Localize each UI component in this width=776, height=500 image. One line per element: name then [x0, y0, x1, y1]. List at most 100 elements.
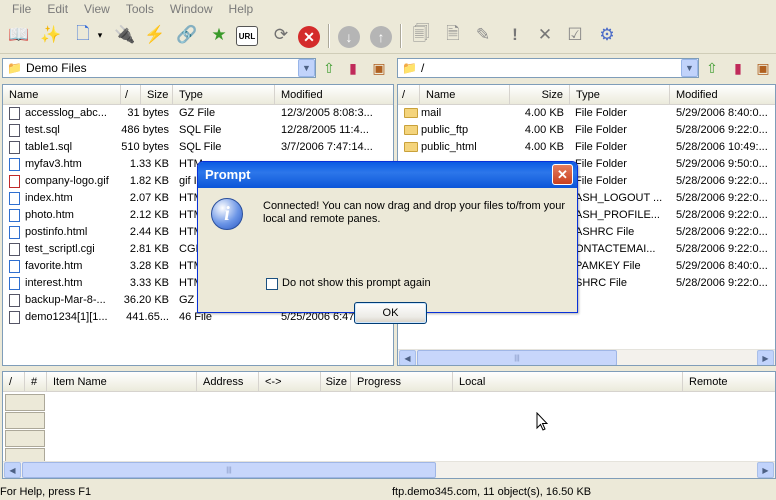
stop-icon[interactable]: ✕ [298, 26, 320, 48]
menu-file[interactable]: File [4, 2, 39, 16]
bookmark-icon[interactable]: ★ [206, 22, 232, 48]
scroll-left-icon[interactable]: ◀ [4, 462, 21, 478]
file-size: 4.00 KB [524, 107, 564, 119]
download-icon[interactable]: ↓ [338, 26, 360, 48]
dialog-title: Prompt [198, 162, 577, 188]
queue-col-sort[interactable]: / [3, 372, 25, 391]
magic-wand-icon[interactable]: ✨ [38, 22, 64, 48]
scroll-thumb[interactable]: ||| [417, 350, 617, 365]
file-type: SQL File [179, 124, 222, 136]
table-row[interactable]: test.sql 486 bytes SQL File 12/28/2005 11:4… [3, 122, 393, 139]
scroll-right-icon[interactable]: ▶ [757, 462, 774, 478]
toolbar-separator [328, 24, 330, 48]
left-path-dropdown-icon[interactable]: ▼ [298, 59, 315, 77]
scroll-thumb[interactable]: ||| [22, 462, 436, 478]
settings-icon[interactable]: ⚙ [594, 22, 620, 48]
close-icon[interactable]: ✕ [552, 164, 573, 185]
bookmark-book-icon[interactable]: ▮ [344, 59, 362, 77]
right-path-value: / [420, 61, 425, 75]
queue-col-local[interactable]: Local [453, 372, 683, 391]
upload-icon[interactable]: ↑ [370, 26, 392, 48]
col-sort[interactable]: / [121, 85, 141, 104]
disconnect-icon[interactable]: ⚡ [142, 22, 168, 48]
alert-icon[interactable]: ! [502, 22, 528, 48]
scroll-left-icon[interactable]: ◀ [399, 350, 416, 365]
col-type[interactable]: Type [173, 85, 275, 104]
menu-tools[interactable]: Tools [118, 2, 162, 16]
col-name[interactable]: Name [3, 85, 121, 104]
parent-folder-icon[interactable]: ⇧ [320, 59, 338, 77]
col-modified[interactable]: Modified [275, 85, 393, 104]
file-name: test.sql [25, 124, 60, 136]
col-type[interactable]: Type [570, 85, 670, 104]
file-name: backup-Mar-8-... [25, 294, 106, 306]
edit-icon[interactable]: ✎ [470, 22, 496, 48]
menu-help[interactable]: Help [221, 2, 262, 16]
file-size: 36.20 KB [123, 294, 169, 306]
col-size[interactable]: Size [510, 85, 570, 104]
left-path-combo[interactable]: 📁 Demo Files [2, 58, 316, 78]
menu-edit[interactable]: Edit [39, 2, 76, 16]
parent-folder-icon[interactable]: ⇧ [703, 59, 721, 77]
new-folder-icon[interactable]: ▣ [370, 59, 388, 77]
folder-icon: 📁 [402, 61, 417, 75]
url-icon[interactable]: URL [236, 26, 258, 46]
reconnect-icon[interactable]: 🔗 [174, 22, 200, 48]
table-row[interactable]: public_ftp 4.00 KB File Folder 5/28/2006 9:… [398, 122, 775, 139]
properties-icon[interactable]: 🗐 [408, 22, 434, 48]
rename-icon[interactable]: 🗎 [440, 22, 466, 48]
sql-file-icon [9, 141, 20, 154]
queue-col-remote[interactable]: Remote [683, 372, 775, 391]
bookmark-book-icon[interactable]: ▮ [729, 59, 747, 77]
transfer-queue[interactable]: / # Item Name Address <-> Size Progress … [2, 371, 776, 479]
status-bar: For Help, press F1 ftp.demo345.com, 11 o… [0, 485, 776, 500]
dropdown-arrow-icon[interactable]: ▾ [94, 22, 106, 48]
file-type: File Folder [575, 107, 627, 119]
queue-hscrollbar[interactable]: ◀ ||| ▶ [3, 461, 775, 478]
dont-show-checkbox[interactable] [266, 278, 278, 290]
queue-col-size[interactable]: Size [321, 372, 351, 391]
dont-show-label[interactable]: Do not show this prompt again [282, 277, 431, 289]
htm-file-icon [9, 260, 20, 273]
menu-window[interactable]: Window [162, 2, 221, 16]
ok-button[interactable]: OK [354, 302, 427, 324]
file-modified: 5/28/2006 9:22:0... [676, 226, 768, 238]
file-type: GZ File [179, 107, 216, 119]
open-book-icon[interactable]: 📖 [6, 22, 32, 48]
file-type: ASH_LOGOUT ... [575, 192, 663, 204]
table-row[interactable]: public_html 4.00 KB File Folder 5/28/2006 1… [398, 139, 775, 156]
connect-plug-icon[interactable]: 🔌 [112, 22, 138, 48]
gif-file-icon [9, 175, 20, 188]
col-modified[interactable]: Modified [670, 85, 775, 104]
scroll-right-icon[interactable]: ▶ [757, 350, 774, 365]
file-name: photo.htm [25, 209, 74, 221]
new-folder-icon[interactable]: ▣ [754, 59, 772, 77]
menu-view[interactable]: View [76, 2, 118, 16]
table-row[interactable]: accesslog_abc... 31 bytes GZ File 12/3/2005… [3, 105, 393, 122]
right-path-dropdown-icon[interactable]: ▼ [681, 59, 698, 77]
col-sort[interactable]: / [398, 85, 420, 104]
table-row[interactable]: mail 4.00 KB File Folder 5/29/2006 8:40:0..… [398, 105, 775, 122]
right-path-combo[interactable]: 📁 / [397, 58, 699, 78]
queue-col-number[interactable]: # [25, 372, 47, 391]
refresh-icon[interactable]: ⟳ [268, 22, 294, 48]
queue-row-button [5, 394, 45, 411]
table-row[interactable]: table1.sql 510 bytes SQL File 3/7/2006 7:47… [3, 139, 393, 156]
queue-col-address[interactable]: Address [197, 372, 259, 391]
htm-file-icon [9, 226, 20, 239]
queue-col-progress[interactable]: Progress [351, 372, 453, 391]
file-size: 1.33 KB [129, 158, 169, 170]
file-modified: 12/28/2005 11:4... [281, 124, 369, 136]
queue-row-button [5, 430, 45, 447]
queue-col-direction[interactable]: <-> [259, 372, 321, 391]
delete-icon[interactable]: ✕ [532, 22, 558, 48]
queue-col-item-name[interactable]: Item Name [47, 372, 197, 391]
file-size: 3.33 KB [129, 277, 169, 289]
mouse-cursor-icon [536, 412, 548, 431]
left-path-value: Demo Files [25, 61, 87, 75]
new-file-icon[interactable]: 🗋 [70, 22, 96, 48]
check-icon[interactable]: ☑ [562, 22, 588, 48]
col-size[interactable]: Size [141, 85, 173, 104]
col-name[interactable]: Name [420, 85, 510, 104]
remote-hscrollbar[interactable]: ◀ ||| ▶ [398, 349, 775, 365]
